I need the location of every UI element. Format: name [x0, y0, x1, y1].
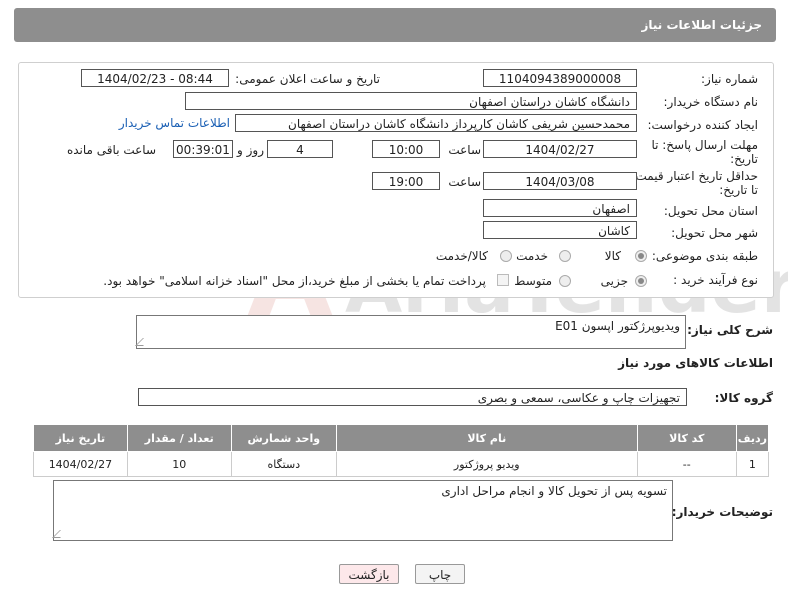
cell-name: ویدیو پروژکتور [335, 451, 638, 477]
goods-group-label: گروه کالا: [714, 391, 773, 405]
buyer-notes-text: تسویه پس از تحویل کالا و انجام مراحل ادا… [441, 484, 667, 498]
process-option-minor: جزیی [600, 274, 628, 288]
col-quantity: تعداد / مقدار [126, 424, 232, 452]
table-row: 1 -- ویدیو پروژکتور دستگاه 10 1404/02/27 [33, 451, 770, 477]
cell-row: 1 [735, 451, 770, 477]
cell-quantity: 10 [126, 451, 232, 477]
category-option-goods: کالا [604, 249, 621, 263]
announce-datetime-field: 1404/02/23 - 08:44 [81, 69, 229, 87]
province-field: اصفهان [483, 199, 637, 217]
need-number-field: 1104094389000008 [483, 69, 637, 87]
details-panel: شماره نیاز: 1104094389000008 تاریخ و ساع… [18, 62, 774, 298]
goods-section-title: اطلاعات کالاهای مورد نیاز [618, 356, 773, 370]
category-option-service: خدمت [516, 249, 548, 263]
category-radio-goods[interactable] [635, 250, 647, 262]
back-button[interactable]: بازگشت [339, 564, 399, 584]
process-label: نوع فرآیند خرید : [673, 273, 758, 287]
goods-table-header: ردیف کد کالا نام کالا واحد شمارش تعداد /… [33, 424, 770, 452]
days-label: روز و [237, 143, 264, 157]
category-radio-goods-service[interactable] [500, 250, 512, 262]
announce-label: تاریخ و ساعت اعلان عمومی: [235, 72, 380, 86]
buyer-org-field: دانشگاه کاشان دراستان اصفهان [185, 92, 637, 110]
col-code: کد کالا [636, 424, 737, 452]
resize-grip-icon[interactable] [135, 338, 151, 346]
need-number-label: شماره نیاز: [701, 72, 758, 86]
process-radio-medium[interactable] [559, 275, 571, 287]
time-remaining-field: 00:39:01 [173, 140, 233, 158]
process-option-medium: متوسط [514, 274, 552, 288]
validity-time-label: ساعت [448, 175, 481, 189]
province-label: استان محل تحویل: [663, 204, 758, 218]
treasury-payment-note: پرداخت تمام یا بخشی از مبلغ خرید،از محل … [103, 274, 486, 288]
validity-time-field: 19:00 [372, 172, 440, 190]
deadline-time-field: 10:00 [372, 140, 440, 158]
buyer-contact-link[interactable]: اطلاعات تماس خریدار [119, 116, 230, 130]
validity-date-field: 1404/03/08 [483, 172, 637, 190]
description-textarea[interactable]: ویدیوپرژکتور اپسون E01 [135, 315, 686, 349]
city-field: کاشان [483, 221, 637, 239]
cell-code: -- [636, 451, 737, 477]
deadline-time-label: ساعت [448, 143, 481, 157]
process-radio-minor[interactable] [635, 275, 647, 287]
cell-unit: دستگاه [230, 451, 337, 477]
page-header: جزئیات اطلاعات نیاز [14, 8, 776, 42]
validity-label: حداقل تاریخ اعتبار قیمت: [631, 169, 758, 183]
cell-need-date: 1404/02/27 [33, 451, 128, 477]
category-radio-service[interactable] [559, 250, 571, 262]
validity-label-date: تا تاریخ: [719, 183, 758, 197]
buyer-notes-textarea[interactable]: تسویه پس از تحویل کالا و انجام مراحل ادا… [52, 480, 673, 541]
col-row: ردیف [735, 424, 770, 452]
category-option-goods-service: کالا/خدمت [435, 249, 488, 263]
buyer-org-label: نام دستگاه خریدار: [663, 95, 759, 109]
col-need-date: تاریخ نیاز [33, 424, 128, 452]
treasury-payment-checkbox[interactable] [497, 274, 509, 286]
deadline-label: مهلت ارسال پاسخ: تا [651, 138, 758, 152]
col-name: نام کالا [335, 424, 638, 452]
description-text: ویدیوپرژکتور اپسون E01 [555, 319, 680, 333]
city-label: شهر محل تحویل: [671, 226, 758, 240]
deadline-date-field: 1404/02/27 [483, 140, 637, 158]
goods-group-field: تجهیزات چاپ و عکاسی، سمعی و بصری [138, 388, 687, 406]
page-title: جزئیات اطلاعات نیاز [641, 18, 762, 32]
category-label: طبقه بندی موضوعی: [651, 249, 758, 263]
description-label: شرح کلی نیاز: [687, 323, 773, 337]
remaining-label: ساعت باقی مانده [66, 143, 156, 157]
goods-table: ردیف کد کالا نام کالا واحد شمارش تعداد /… [33, 424, 770, 477]
creator-label: ایجاد کننده درخواست: [647, 118, 758, 132]
days-remaining-field: 4 [267, 140, 333, 158]
resize-grip-icon[interactable] [52, 530, 68, 538]
print-button[interactable]: چاپ [415, 564, 465, 584]
buyer-notes-label: توضیحات خریدار: [671, 505, 773, 519]
deadline-label-date: تاریخ: [730, 152, 758, 166]
col-unit: واحد شمارش [230, 424, 337, 452]
creator-field: محمدحسین شریفی کاشان کارپرداز دانشگاه کا… [235, 114, 637, 132]
